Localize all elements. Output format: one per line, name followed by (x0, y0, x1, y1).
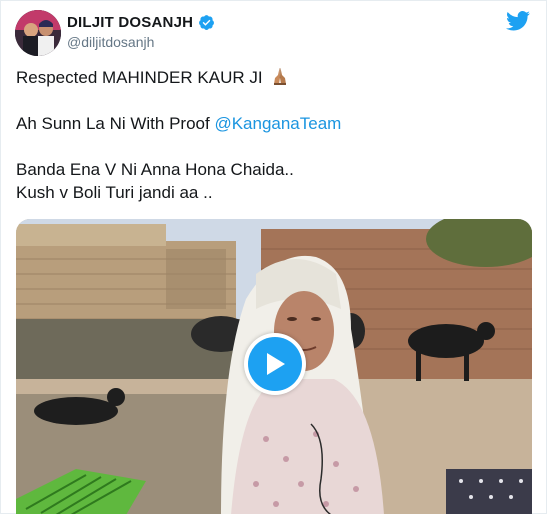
tweet-line-2-text: Ah Sunn La Ni With Proof (16, 114, 215, 133)
folded-hands-emoji-icon (274, 68, 287, 85)
tweet-line-2: Ah Sunn La Ni With Proof @KanganaTeam (16, 112, 531, 135)
author-name-text[interactable]: DILJIT DOSANJH (67, 14, 193, 31)
tweet-line-4: Kush v Boli Turi jandi aa .. (16, 183, 213, 202)
tweet-line-1-text: Respected MAHINDER KAUR JI (16, 68, 263, 87)
mention-link[interactable]: @KanganaTeam (214, 114, 341, 133)
tweet-card[interactable]: DILJIT DOSANJH @diljitdosanjh Respected … (0, 0, 547, 514)
play-button-inner[interactable] (248, 337, 302, 391)
video-player[interactable] (16, 219, 532, 514)
play-icon (267, 353, 285, 375)
author-handle[interactable]: @diljitdosanjh (67, 34, 154, 50)
author-display-name[interactable]: DILJIT DOSANJH (67, 14, 215, 31)
twitter-bird-icon[interactable] (506, 11, 530, 31)
tweet-line-1: Respected MAHINDER KAUR JI (16, 66, 531, 89)
tweet-line-3: Banda Ena V Ni Anna Hona Chaida.. (16, 160, 294, 179)
tweet-body: Respected MAHINDER KAUR JI Ah Sunn La Ni… (16, 66, 531, 204)
play-button[interactable] (244, 333, 306, 395)
verified-badge-icon (199, 15, 215, 30)
avatar-image (15, 10, 61, 56)
author-avatar[interactable] (15, 10, 61, 56)
